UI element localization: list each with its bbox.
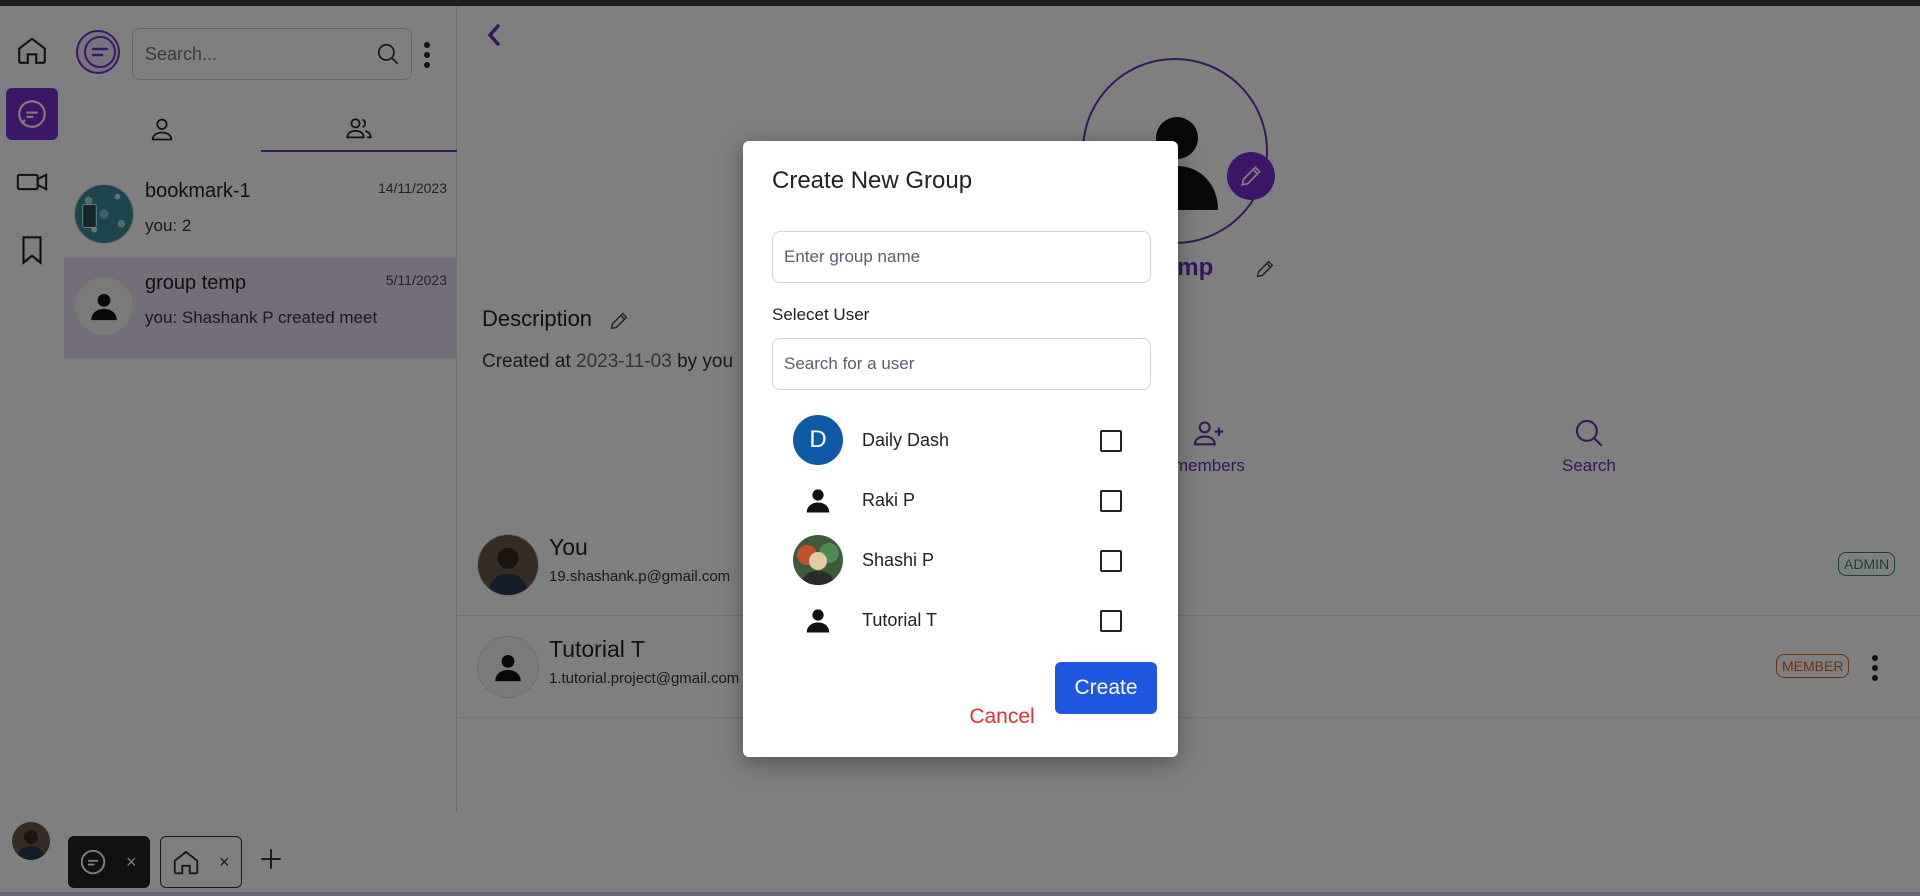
- person-placeholder-icon: [806, 489, 830, 513]
- user-search-input[interactable]: [772, 338, 1151, 390]
- user-avatar: [793, 475, 843, 525]
- user-checkbox[interactable]: [1100, 430, 1122, 452]
- user-name: Tutorial T: [862, 610, 938, 630]
- user-photo: [793, 535, 843, 585]
- user-avatar: D: [793, 415, 843, 465]
- user-avatar: [793, 595, 843, 645]
- person-placeholder-icon: [806, 609, 830, 633]
- user-checkbox[interactable]: [1100, 610, 1122, 632]
- create-button[interactable]: Create: [1055, 662, 1157, 714]
- user-name: Daily Dash: [862, 430, 950, 450]
- create-group-dialog: Create New Group Selecet User D Daily Da…: [743, 141, 1178, 757]
- group-name-input[interactable]: [772, 231, 1151, 283]
- user-checkbox[interactable]: [1100, 550, 1122, 572]
- user-option[interactable]: Tutorial T: [793, 595, 1133, 647]
- user-option[interactable]: D Daily Dash: [793, 415, 1133, 467]
- user-name: Shashi P: [862, 550, 935, 570]
- user-avatar: [793, 535, 843, 585]
- user-name: Raki P: [862, 490, 916, 510]
- user-option[interactable]: Raki P: [793, 475, 1133, 527]
- select-user-label: Selecet User: [772, 305, 870, 324]
- cancel-button[interactable]: Cancel: [962, 701, 1042, 733]
- user-checkbox[interactable]: [1100, 490, 1122, 512]
- dialog-title: Create New Group: [772, 167, 973, 194]
- user-option[interactable]: Shashi P: [793, 535, 1133, 587]
